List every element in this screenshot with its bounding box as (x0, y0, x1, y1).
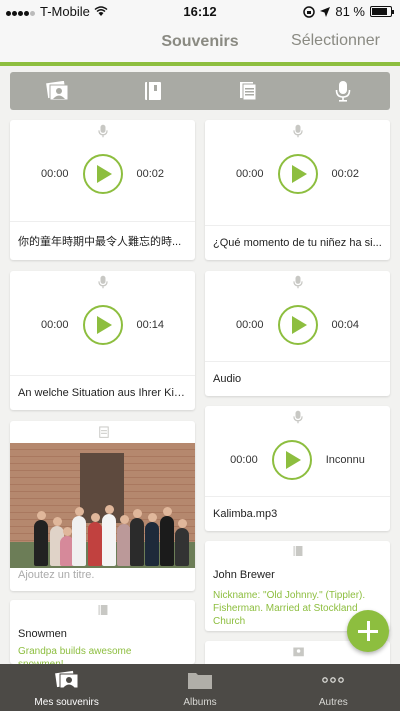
accent-divider (0, 62, 400, 66)
audio-memory-card[interactable]: 00:00 00:02 ¿Qué momento de tu niñez ha … (205, 120, 390, 260)
document-filter-icon (239, 82, 256, 101)
tab-label: Autres (318, 697, 348, 708)
tab-bar: Mes souvenirs Albums Autres (0, 664, 400, 711)
photo-filter-button[interactable] (10, 72, 105, 110)
play-button[interactable] (82, 305, 123, 345)
memory-caption: Audio (205, 361, 390, 396)
audio-memory-card[interactable]: 00:00 00:02 你的童年時期中最令人難忘的時... (10, 120, 195, 260)
duration: 00:04 (331, 319, 360, 331)
duration: Inconnu (325, 454, 365, 466)
navigation-bar: Souvenirs Sélectionner (0, 22, 400, 64)
story-memory-card[interactable]: Snowmen Grandpa builds awesome snowmen! (10, 600, 195, 664)
document-icon (98, 426, 109, 438)
select-button[interactable]: Sélectionner (291, 32, 380, 50)
memory-caption: Kalimba.mp3 (205, 496, 390, 531)
add-title-placeholder[interactable]: Ajoutez un titre. (18, 569, 94, 581)
microphone-icon (292, 275, 303, 289)
play-button[interactable] (277, 305, 318, 345)
location-arrow-icon (320, 6, 331, 17)
battery-icon (370, 6, 394, 17)
tab-more[interactable]: Autres (267, 664, 400, 711)
story-filter-icon (144, 82, 161, 100)
battery-percent: 81 % (335, 4, 365, 19)
tab-albums[interactable]: Albums (133, 664, 266, 711)
elapsed-time: 00:00 (40, 319, 69, 331)
duration: 00:14 (136, 319, 165, 331)
story-filter-button[interactable] (105, 72, 200, 110)
audio-memory-card[interactable]: 00:00 00:04 Audio (205, 271, 390, 396)
story-description: Grandpa builds awesome snowmen! (18, 646, 132, 664)
more-dots-icon (322, 677, 345, 683)
story-title: Snowmen (18, 628, 67, 640)
family-photo (10, 443, 195, 568)
memories-icon (54, 670, 79, 689)
folder-icon (187, 673, 212, 689)
story-title: John Brewer (213, 569, 275, 581)
duration: 00:02 (136, 168, 165, 180)
play-button[interactable] (277, 154, 318, 194)
play-button[interactable] (82, 154, 123, 194)
duration: 00:02 (331, 168, 360, 180)
elapsed-time: 00:00 (40, 168, 69, 180)
add-memory-button[interactable] (347, 610, 389, 652)
tab-label: Albums (183, 697, 217, 708)
status-bar: T-Mobile 16:12 81 % (0, 0, 400, 22)
elapsed-time: 00:00 (235, 168, 264, 180)
play-button[interactable] (271, 440, 312, 480)
memory-caption: ¿Qué momento de tu niñez ha si... (205, 225, 390, 260)
memory-caption: An welche Situation aus Ihrer Kin... (10, 375, 195, 410)
audio-memory-card[interactable]: 00:00 00:14 An welche Situation aus Ihre… (10, 271, 195, 410)
microphone-icon (97, 275, 108, 289)
audio-filter-button[interactable] (295, 72, 390, 110)
microphone-icon (97, 124, 108, 138)
rotation-lock-icon (303, 5, 316, 18)
elapsed-time: 00:00 (235, 319, 264, 331)
photo-memory-card[interactable]: Ajoutez un titre. (10, 421, 195, 591)
microphone-icon (292, 410, 303, 424)
audio-memory-card[interactable]: 00:00 Inconnu Kalimba.mp3 (205, 406, 390, 531)
microphone-icon (292, 124, 303, 138)
story-icon (98, 605, 107, 615)
photo-filter-icon (45, 81, 68, 101)
tab-my-memories[interactable]: Mes souvenirs (0, 664, 133, 711)
photo-icon (292, 647, 304, 657)
story-icon (293, 546, 302, 556)
document-filter-button[interactable] (200, 72, 295, 110)
tab-label: Mes souvenirs (34, 697, 99, 708)
filter-bar (10, 72, 390, 110)
audio-filter-icon (335, 81, 350, 102)
memory-caption: 你的童年時期中最令人難忘的時... (10, 221, 195, 260)
page-title: Souvenirs (161, 33, 239, 50)
elapsed-time: 00:00 (230, 454, 258, 466)
